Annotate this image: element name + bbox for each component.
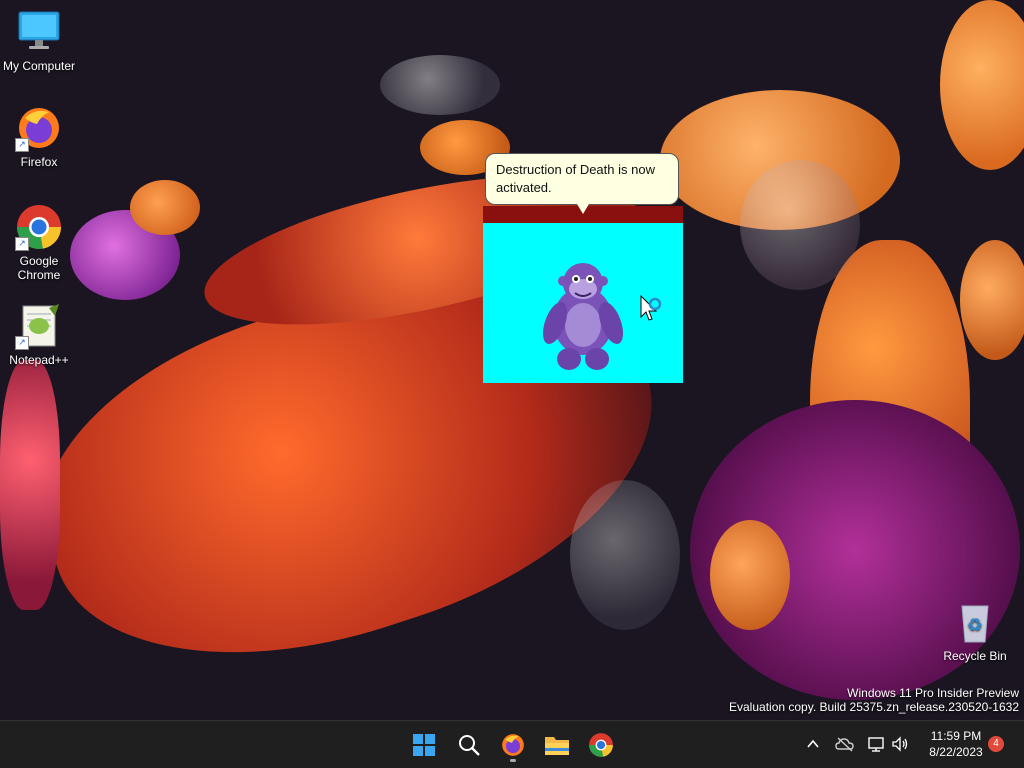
taskbar-file-explorer-button[interactable]	[539, 727, 575, 763]
taskbar-firefox-button[interactable]	[495, 727, 531, 763]
speech-balloon: Destruction of Death is now activated.	[485, 153, 679, 205]
clock-time: 11:59 PM	[930, 729, 982, 743]
wallpaper-shape	[570, 480, 680, 630]
wallpaper-shape	[380, 55, 500, 115]
notification-badge[interactable]: 4	[988, 736, 1004, 752]
search-button[interactable]	[451, 727, 487, 763]
chrome-icon: ↗	[15, 203, 63, 251]
wallpaper-shape	[130, 180, 200, 235]
running-indicator	[510, 759, 516, 762]
desktop-icon-chrome[interactable]: ↗ Google Chrome	[1, 203, 77, 282]
show-hidden-icons-button[interactable]	[802, 733, 824, 755]
desktop-icon-label: Google Chrome	[17, 254, 61, 282]
taskbar: 11:59 PM 8/22/2023 4	[0, 720, 1024, 768]
desktop-icon-my-computer[interactable]: My Computer	[1, 8, 77, 73]
wallpaper-shape	[940, 0, 1024, 170]
recycle-bin-icon: ♻	[951, 598, 999, 646]
start-icon	[413, 734, 435, 756]
busy-cursor-icon	[640, 295, 662, 321]
firefox-icon	[502, 734, 524, 756]
desktop-icon-notepadpp[interactable]: ↗ Notepad++	[1, 302, 77, 367]
file-explorer-icon	[545, 737, 569, 755]
wallpaper-shape	[0, 360, 60, 610]
chevron-up-icon	[807, 739, 819, 748]
taskbar-chrome-button[interactable]	[583, 727, 619, 763]
watermark-line-edition: Windows 11 Pro Insider Preview	[847, 686, 1019, 700]
chrome-icon	[589, 733, 613, 757]
network-icon	[868, 737, 884, 752]
wallpaper-shape	[710, 520, 790, 630]
notepadpp-icon: ↗	[15, 302, 63, 350]
desktop-icon-label: Firefox	[20, 155, 58, 169]
search-icon	[459, 735, 480, 756]
desktop-icon-firefox[interactable]: ↗ Firefox	[1, 104, 77, 169]
shortcut-arrow-icon: ↗	[15, 336, 29, 350]
volume-button[interactable]	[889, 733, 911, 755]
desktop-icon-label: Recycle Bin	[943, 649, 1007, 663]
shortcut-arrow-icon: ↗	[15, 138, 29, 152]
network-button[interactable]	[866, 733, 888, 755]
desktop-icon-recycle-bin[interactable]: ♻ Recycle Bin	[937, 598, 1013, 663]
clock-date: 8/22/2023	[929, 745, 983, 759]
wallpaper-shape	[960, 240, 1024, 360]
shortcut-arrow-icon: ↗	[15, 237, 29, 251]
desktop-icon-label: My Computer	[2, 59, 76, 73]
wallpaper-shape	[740, 160, 860, 290]
windows-watermark: Windows 11 Pro Insider Preview Evaluatio…	[729, 686, 1019, 714]
start-button[interactable]	[406, 727, 442, 763]
desktop-icon-label: Notepad++	[9, 353, 69, 367]
svg-text:♻: ♻	[967, 615, 983, 636]
clock-button[interactable]: 11:59 PM 8/22/2023	[916, 728, 996, 760]
speech-balloon-text: Destruction of Death is now activated.	[496, 162, 655, 195]
volume-icon	[892, 736, 908, 752]
watermark-line-build: Evaluation copy. Build 25375.zn_release.…	[729, 700, 1019, 714]
onedrive-button[interactable]	[834, 733, 856, 755]
monitor-icon	[15, 8, 63, 56]
firefox-icon: ↗	[15, 104, 63, 152]
desktop: My Computer ↗ Firefox ↗ Google Chrome ↗ …	[0, 0, 1024, 720]
onedrive-offline-icon	[835, 737, 854, 752]
speech-balloon-tail	[577, 204, 589, 214]
